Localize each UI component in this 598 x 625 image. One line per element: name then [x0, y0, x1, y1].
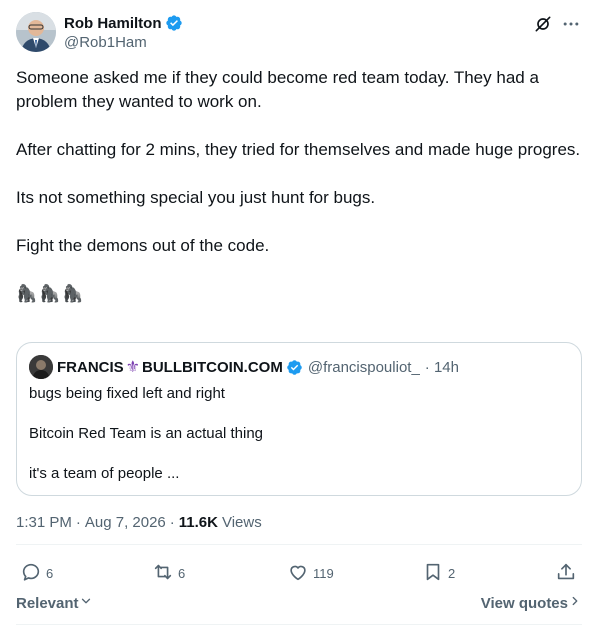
share-icon [555, 561, 577, 586]
fleur-de-lis-icon: ⚜ [125, 359, 141, 376]
quoted-post-time[interactable]: · 14h [425, 359, 459, 376]
sort-label: Relevant [16, 594, 79, 612]
verified-badge-icon [286, 359, 303, 376]
repost-button[interactable]: 6 [152, 560, 185, 586]
grok-icon[interactable] [532, 13, 554, 35]
emoji-row: 🦍 🦍 🦍 [16, 282, 582, 306]
chevron-down-icon [79, 594, 93, 612]
separator-dot: · [75, 513, 81, 531]
sort-dropdown[interactable]: Relevant [16, 594, 93, 612]
like-icon [287, 561, 309, 586]
post-date[interactable]: Aug 7, 2026 [85, 514, 166, 531]
post-footer: Relevant View quotes [16, 594, 582, 614]
reply-icon [20, 561, 42, 586]
verified-badge-icon [165, 14, 183, 32]
quoted-author-handle[interactable]: @francispouliot_ [308, 359, 420, 376]
quoted-line: it's a team of people ... [29, 465, 180, 482]
author-avatar[interactable] [16, 12, 56, 52]
quoted-post[interactable]: FRANCIS ⚜ BULLBITCOIN.COM @francispoulio… [16, 342, 582, 496]
repost-count: 6 [178, 565, 186, 581]
post-body: Someone asked me if they could become re… [16, 66, 582, 306]
bookmark-count: 2 [448, 565, 456, 581]
quoted-post-header: FRANCIS ⚜ BULLBITCOIN.COM @francispoulio… [29, 355, 459, 379]
quoted-author-name-part1[interactable]: FRANCIS [57, 359, 124, 376]
quoted-line: bugs being fixed left and right [29, 385, 225, 402]
like-count: 119 [313, 565, 334, 581]
post-header: Rob Hamilton @Rob1Ham [16, 11, 582, 55]
view-quotes-link[interactable]: View quotes [481, 594, 582, 612]
views-label: Views [221, 513, 262, 531]
post-paragraph: Fight the demons out of the code. [16, 236, 270, 255]
share-button[interactable] [555, 560, 577, 586]
quoted-author-name-part2[interactable]: BULLBITCOIN.COM [142, 359, 283, 376]
post-meta: 1:31 PM · Aug 7, 2026 · 11.6K Views [16, 512, 262, 532]
quoted-line: Bitcoin Red Team is an actual thing [29, 425, 264, 442]
separator-dot: · [169, 513, 175, 531]
more-icon[interactable] [560, 13, 582, 35]
author-display-name[interactable]: Rob Hamilton [64, 15, 162, 32]
reply-count: 6 [46, 565, 54, 581]
like-button[interactable]: 119 [287, 560, 334, 586]
quoted-author-avatar[interactable] [29, 355, 53, 379]
quoted-post-body: bugs being fixed left and right Bitcoin … [29, 384, 569, 484]
reply-button[interactable]: 6 [20, 560, 53, 586]
post-paragraph: Its not something special you just hunt … [16, 188, 376, 207]
divider [16, 544, 582, 545]
repost-icon [152, 561, 174, 586]
gorilla-emoji: 🦍 [39, 284, 61, 303]
gorilla-emoji: 🦍 [62, 284, 84, 303]
view-quotes-label: View quotes [480, 594, 568, 612]
action-bar: 6 6 119 2 [16, 560, 582, 586]
post-paragraph: After chatting for 2 mins, they tried fo… [16, 140, 581, 159]
gorilla-emoji: 🦍 [16, 284, 38, 303]
bookmark-icon [422, 561, 444, 586]
bookmark-button[interactable]: 2 [422, 560, 455, 586]
author-names: Rob Hamilton @Rob1Ham [64, 13, 183, 51]
views-count: 11.6K [178, 513, 218, 531]
chevron-right-icon [568, 594, 582, 612]
author-handle[interactable]: @Rob1Ham [64, 34, 183, 51]
post-paragraph: Someone asked me if they could become re… [16, 68, 539, 111]
post-time[interactable]: 1:31 PM [16, 514, 72, 531]
